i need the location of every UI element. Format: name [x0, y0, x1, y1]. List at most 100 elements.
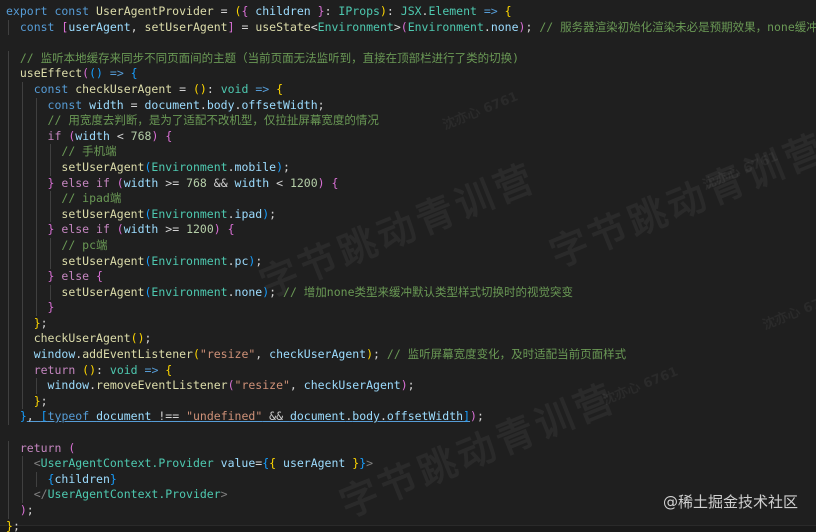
- code-token: Environment: [151, 159, 228, 174]
- code-token: removeEventListener: [96, 378, 228, 393]
- code-line-text: export const UserAgentProvider = ({ chil…: [6, 4, 512, 18]
- code-token: return: [33, 362, 83, 377]
- code-line-text: <UserAgentContext.Provider value={{ user…: [6, 456, 373, 470]
- code-line[interactable]: [0, 35, 816, 51]
- code-token: <: [33, 456, 41, 471]
- code-token: Environment: [407, 19, 484, 34]
- code-line[interactable]: checkUserAgent();: [0, 331, 816, 348]
- code-line-text: const width = document.body.offsetWidth;: [6, 98, 325, 112]
- code-line-text: }, [typeof document !== "undefined" && d…: [6, 409, 484, 423]
- code-token: const: [33, 81, 76, 96]
- code-line[interactable]: };: [0, 315, 816, 332]
- code-token: }: [33, 315, 41, 330]
- code-line[interactable]: [0, 425, 816, 441]
- code-line[interactable]: <UserAgentContext.Provider value={{ user…: [0, 456, 816, 472]
- code-line[interactable]: };: [0, 393, 816, 410]
- code-token: ipad: [234, 206, 263, 221]
- code-line[interactable]: const checkUserAgent = (): void => {: [0, 81, 816, 98]
- code-line[interactable]: // pc端: [0, 237, 816, 254]
- code-token: Environment: [317, 19, 394, 34]
- code-token: =: [123, 97, 145, 112]
- code-token: =>: [248, 81, 277, 96]
- code-line[interactable]: }, [typeof document !== "undefined" && d…: [0, 409, 816, 426]
- code-token: ): [19, 503, 27, 517]
- code-token: =: [172, 81, 193, 96]
- code-line[interactable]: setUserAgent(Environment.ipad);: [0, 206, 816, 223]
- code-line[interactable]: } else {: [0, 269, 816, 285]
- code-editor[interactable]: 字节跳动青训营 字节跳动青训营 字节跳动青训营 沈亦心 6761 沈亦心 676…: [0, 0, 816, 532]
- code-token: none: [490, 19, 519, 34]
- code-line[interactable]: setUserAgent(Environment.mobile);: [0, 159, 816, 176]
- code-line[interactable]: // 手机端: [0, 144, 816, 160]
- code-line[interactable]: window.removeEventListener("resize", che…: [0, 378, 816, 394]
- code-token: ;: [269, 284, 284, 299]
- code-token: pc: [234, 253, 249, 268]
- code-line[interactable]: useEffect(() => {: [0, 66, 816, 82]
- code-line[interactable]: } else if (width >= 1200) {: [0, 222, 816, 238]
- code-token: }: [47, 300, 55, 315]
- code-token: (): [130, 331, 145, 346]
- code-token: .: [199, 97, 207, 112]
- code-line-text: return (: [6, 441, 75, 455]
- code-token: :: [96, 362, 110, 377]
- code-line[interactable]: } else if (width >= 768 && width < 1200)…: [0, 175, 816, 192]
- code-line[interactable]: if (width < 768) {: [0, 128, 816, 145]
- code-line-text: checkUserAgent();: [6, 331, 152, 346]
- code-line[interactable]: window.addEventListener("resize", checkU…: [0, 347, 816, 363]
- code-line[interactable]: const width = document.body.offsetWidth;: [0, 97, 816, 114]
- code-token: offsetWidth: [241, 97, 318, 112]
- code-line-text: // 用宽度去判断，是为了适配不改机型，仅拉扯屏幕宽度的情况: [6, 113, 379, 127]
- code-token: .: [483, 19, 491, 34]
- code-line[interactable]: export const UserAgentProvider = ({ chil…: [0, 4, 816, 20]
- code-token: &&: [262, 409, 290, 424]
- code-token: ;: [476, 409, 484, 424]
- code-line-text: </UserAgentContext.Provider>: [6, 487, 228, 501]
- code-line-text: };: [6, 519, 20, 532]
- code-line[interactable]: // ipad端: [0, 191, 816, 207]
- code-token: 1200: [186, 222, 214, 237]
- code-line[interactable]: // 用宽度去判断，是为了适配不改机型，仅拉扯屏幕宽度的情况: [0, 113, 816, 129]
- code-token: // 增加none类型来缓冲默认类型样式切换时的视觉突变: [283, 284, 573, 299]
- code-line[interactable]: return (): void => {: [0, 362, 816, 379]
- code-line-text: }: [6, 300, 55, 315]
- code-token: // 用宽度去判断，是为了适配不改机型，仅拉扯屏幕宽度的情况: [47, 113, 379, 128]
- code-token: ;: [40, 393, 48, 408]
- code-line[interactable]: };: [0, 519, 816, 532]
- code-content[interactable]: export const UserAgentProvider = ({ chil…: [0, 4, 816, 532]
- code-token: ,: [289, 378, 304, 393]
- code-token: ): [213, 222, 221, 237]
- code-token: </: [33, 487, 48, 502]
- code-token: <: [310, 19, 318, 34]
- code-token: width: [123, 175, 159, 190]
- code-token: checkUserAgent: [33, 331, 131, 346]
- code-line[interactable]: const [userAgent, setUserAgent] = useSta…: [0, 19, 816, 36]
- code-token: &&: [206, 175, 235, 190]
- code-line-text: setUserAgent(Environment.none); // 增加non…: [6, 285, 573, 299]
- code-line[interactable]: {children}: [0, 471, 816, 488]
- code-token: ): [276, 159, 284, 174]
- code-token: 768: [130, 128, 152, 143]
- code-token: void: [109, 362, 138, 377]
- code-token: // pc端: [61, 237, 108, 252]
- code-line[interactable]: setUserAgent(Environment.none); // 增加non…: [0, 284, 816, 301]
- code-token: JSX: [400, 4, 422, 18]
- code-line[interactable]: return (: [0, 440, 816, 457]
- code-line[interactable]: // 监听本地缓存来同步不同页面间的主题（当前页面无法监听到，直接在顶部栏进行了…: [0, 50, 816, 67]
- code-line-text: setUserAgent(Environment.pc);: [6, 254, 262, 268]
- code-token: =: [234, 19, 256, 34]
- code-token: (: [400, 19, 408, 34]
- code-token: "resize": [234, 378, 290, 393]
- code-token: children: [248, 4, 318, 18]
- code-line[interactable]: setUserAgent(Environment.pc);: [0, 253, 816, 270]
- code-line[interactable]: }: [0, 300, 816, 316]
- code-token: ]: [227, 19, 235, 34]
- code-token: ;: [12, 518, 20, 532]
- code-token: :: [324, 4, 339, 18]
- code-line-text: } else if (width >= 768 && width < 1200)…: [6, 175, 339, 190]
- code-token: typeof: [47, 409, 97, 424]
- code-token: useState: [255, 19, 311, 34]
- code-token: }: [317, 4, 325, 18]
- code-token: checkUserAgent: [75, 81, 173, 96]
- source-credit: @稀土掘金技术社区: [662, 493, 798, 511]
